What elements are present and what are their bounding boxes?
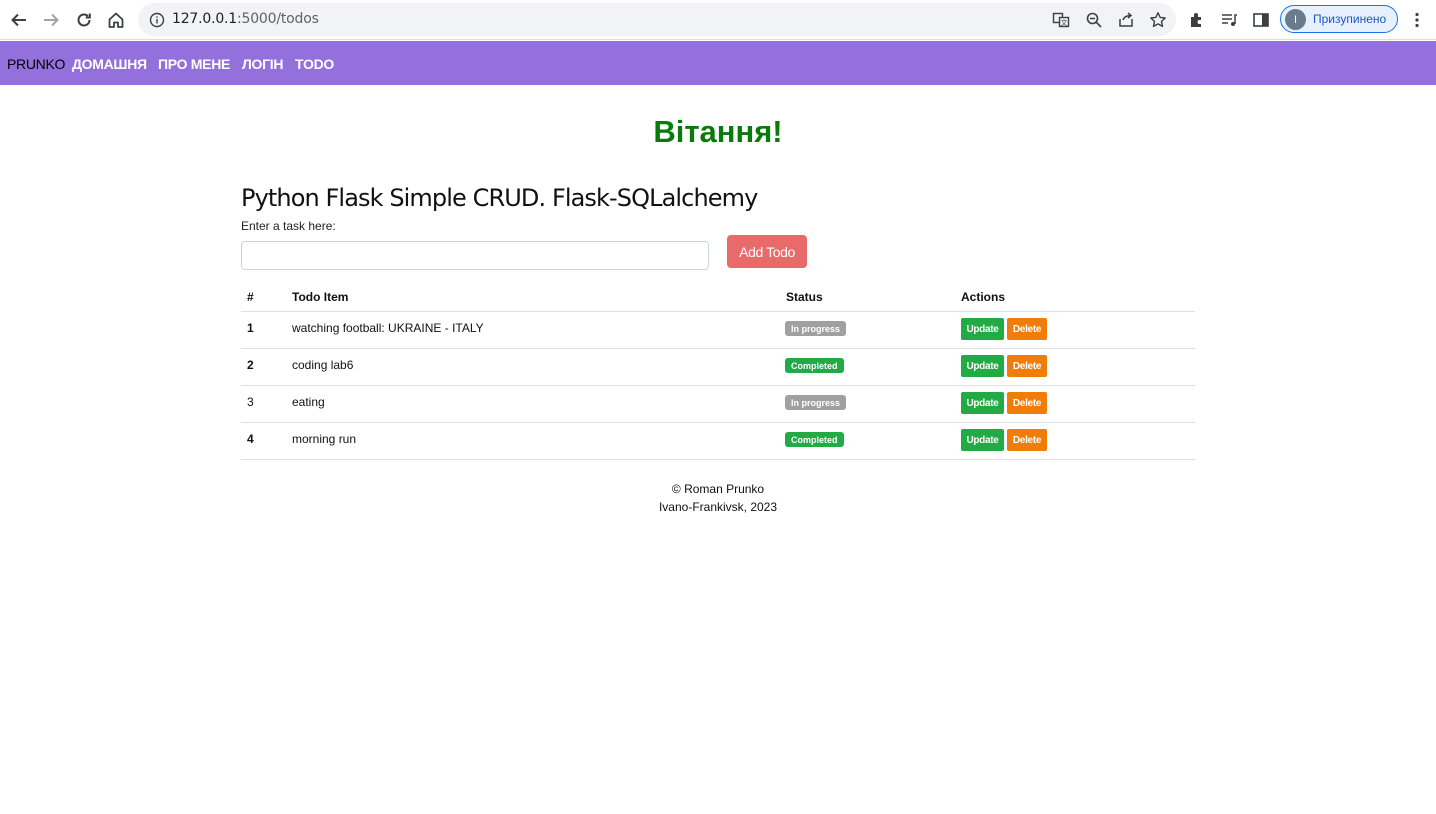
task-input[interactable] <box>241 241 709 270</box>
nav-link-home[interactable]: ДОМАШНЯ <box>72 56 147 72</box>
delete-button[interactable]: Delete <box>1007 392 1047 414</box>
back-button[interactable] <box>6 7 32 33</box>
todo-table: # Todo Item Status Actions 1 watching fo… <box>241 284 1195 460</box>
nav-link-login[interactable]: ЛОГІН <box>242 56 283 72</box>
header-actions: Actions <box>961 290 1006 304</box>
browser-toolbar: 127.0.0.1:5000/todos 文 I Призупинено <box>0 0 1436 40</box>
url-host: 127.0.0.1 <box>172 11 237 27</box>
svg-text:文: 文 <box>1061 18 1068 27</box>
translate-icon[interactable]: 文 <box>1051 10 1071 30</box>
todo-item-text: coding lab6 <box>292 358 354 372</box>
brand-logo[interactable]: PRUNKO <box>7 56 65 72</box>
todo-item-text: watching football: UKRAINE - ITALY <box>292 321 484 335</box>
side-panel-icon[interactable] <box>1250 9 1272 31</box>
add-todo-button[interactable]: Add Todo <box>727 235 807 268</box>
bookmark-star-icon[interactable] <box>1148 10 1168 30</box>
delete-button[interactable]: Delete <box>1007 318 1047 340</box>
home-icon <box>108 12 124 28</box>
header-todo-item: Todo Item <box>292 290 349 304</box>
delete-button[interactable]: Delete <box>1007 429 1047 451</box>
row-number: 1 <box>247 321 254 335</box>
profile-status-label: Призупинено <box>1313 12 1387 26</box>
url-text[interactable]: 127.0.0.1:5000/todos <box>172 11 319 27</box>
status-badge: In progress <box>785 321 847 336</box>
update-button[interactable]: Update <box>961 429 1004 451</box>
avatar: I <box>1285 9 1306 30</box>
reload-icon <box>77 13 91 27</box>
table-header: # Todo Item Status Actions <box>241 284 1195 312</box>
header-status: Status <box>786 290 823 304</box>
share-icon[interactable] <box>1116 10 1136 30</box>
greeting-title: Вітання! <box>653 114 783 149</box>
status-badge: Completed <box>785 358 844 373</box>
row-number: 3 <box>247 395 254 409</box>
nav-link-about[interactable]: ПРО МЕНЕ <box>158 56 230 72</box>
status-badge: In progress <box>785 395 847 410</box>
row-number: 2 <box>247 358 254 372</box>
arrow-right-icon <box>44 13 59 27</box>
reload-button[interactable] <box>71 7 97 33</box>
footer-copyright: © Roman Prunko <box>671 482 765 496</box>
home-button[interactable] <box>103 7 129 33</box>
table-row: 1 watching football: UKRAINE - ITALY In … <box>241 312 1195 349</box>
task-input-label: Enter a task here: <box>241 219 336 233</box>
update-button[interactable]: Update <box>961 318 1004 340</box>
extensions-icon[interactable] <box>1186 9 1208 31</box>
page-title: Python Flask Simple CRUD. Flask-SQLalche… <box>241 184 758 212</box>
profile-button[interactable]: I Призупинено <box>1280 5 1398 33</box>
todo-item-text: eating <box>292 395 325 409</box>
site-navbar: PRUNKO ДОМАШНЯ ПРО МЕНЕ ЛОГІН TODO <box>0 41 1436 85</box>
page-footer: © Roman Prunko Ivano-Frankivsk, 2023 <box>0 480 1436 516</box>
address-bar[interactable]: 127.0.0.1:5000/todos 文 <box>138 3 1176 36</box>
update-button[interactable]: Update <box>961 355 1004 377</box>
table-row: 3 eating In progress Update Delete <box>241 386 1195 423</box>
table-row: 4 morning run Completed Update Delete <box>241 423 1195 460</box>
nav-link-todo[interactable]: TODO <box>295 56 334 72</box>
info-icon[interactable] <box>148 11 165 28</box>
delete-button[interactable]: Delete <box>1007 355 1047 377</box>
forward-button[interactable] <box>38 7 64 33</box>
row-number: 4 <box>247 432 254 446</box>
zoom-icon[interactable] <box>1084 10 1104 30</box>
url-path: :5000/todos <box>237 11 319 27</box>
todo-item-text: morning run <box>292 432 357 446</box>
arrow-left-icon <box>11 13 26 27</box>
update-button[interactable]: Update <box>961 392 1004 414</box>
media-queue-icon[interactable] <box>1218 9 1240 31</box>
table-row: 2 coding lab6 Completed Update Delete <box>241 349 1195 386</box>
footer-location: Ivano-Frankivsk, 2023 <box>658 500 778 514</box>
more-menu-icon[interactable] <box>1406 9 1428 31</box>
header-number: # <box>247 290 254 304</box>
status-badge: Completed <box>785 432 844 447</box>
